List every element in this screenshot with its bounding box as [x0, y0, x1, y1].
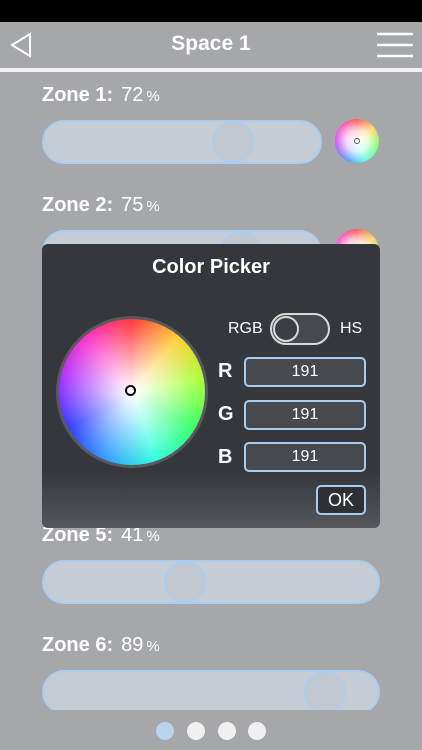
channel-label-g: G — [218, 403, 234, 425]
zone-unit: % — [146, 638, 160, 655]
page-dot[interactable] — [218, 722, 236, 740]
color-picker-dialog: Color Picker RGB HS R 191 G 191 B 191 OK — [42, 244, 380, 528]
nav-divider — [0, 68, 422, 72]
status-bar — [0, 0, 422, 22]
blue-field[interactable]: 191 — [244, 442, 366, 472]
zone-unit: % — [146, 528, 160, 545]
mode-label-hs: HS — [340, 320, 363, 337]
page-dot[interactable] — [156, 722, 174, 740]
zone-value: 72 — [121, 84, 144, 106]
color-wheel[interactable] — [56, 316, 208, 468]
page-dot[interactable] — [248, 722, 266, 740]
zone-label: Zone 1: 72% — [42, 84, 160, 107]
zone-value: 89 — [121, 634, 144, 656]
zone-slider[interactable] — [42, 670, 380, 714]
color-wheel-icon[interactable] — [335, 119, 379, 163]
menu-icon[interactable] — [376, 30, 414, 60]
swatch-marker — [354, 138, 360, 144]
zone-value: 75 — [121, 194, 144, 216]
zone-name: Zone 2: — [42, 194, 114, 216]
toggle-knob[interactable] — [273, 316, 299, 342]
zone-name: Zone 6: — [42, 634, 114, 656]
slider-thumb[interactable] — [212, 121, 255, 163]
zone-label: Zone 2: 75% — [42, 194, 160, 217]
slider-thumb[interactable] — [303, 671, 346, 713]
channel-label-r: R — [218, 360, 233, 382]
channel-label-b: B — [218, 446, 233, 468]
zone-slider[interactable] — [42, 560, 380, 604]
page-title: Space 1 — [171, 32, 251, 55]
green-field[interactable]: 191 — [244, 400, 366, 430]
wheel-selection-marker[interactable] — [125, 385, 136, 396]
zone-slider[interactable] — [42, 120, 322, 164]
page-indicator — [0, 710, 422, 750]
page-dot[interactable] — [187, 722, 205, 740]
zone-name: Zone 1: — [42, 84, 114, 106]
mode-label-rgb: RGB — [228, 320, 263, 337]
dialog-title: Color Picker — [152, 256, 270, 278]
zone-label: Zone 6: 89% — [42, 634, 160, 657]
rgb-hs-toggle[interactable] — [270, 313, 330, 345]
nav-bar: Space 1 — [0, 22, 422, 68]
red-field[interactable]: 191 — [244, 357, 366, 387]
slider-thumb[interactable] — [163, 561, 206, 603]
ok-button[interactable]: OK — [316, 485, 366, 515]
zone-unit: % — [146, 198, 160, 215]
zone-unit: % — [146, 88, 160, 105]
